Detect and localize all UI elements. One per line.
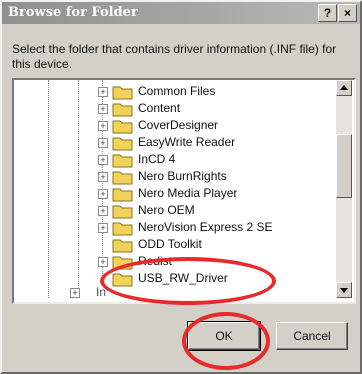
tree-item-label: EasyWrite Reader	[138, 135, 236, 149]
tree-item-label: Common Files	[138, 84, 216, 98]
expand-toggle[interactable]: +	[98, 87, 108, 97]
expand-toggle[interactable]: +	[98, 223, 108, 233]
cancel-button[interactable]: Cancel	[276, 322, 348, 350]
tree-connector-line	[48, 80, 49, 298]
expand-toggle[interactable]: +	[98, 121, 108, 131]
folder-tree[interactable]: + Common Files + Content + CoverDesigner + Easy…	[12, 78, 356, 304]
expand-toggle[interactable]: +	[98, 257, 108, 267]
arrow-down-icon	[340, 288, 348, 293]
arrow-up-icon	[340, 85, 348, 90]
tree-item-label: CoverDesigner	[138, 118, 219, 132]
expand-toggle[interactable]: +	[98, 155, 108, 165]
tree-connector-line	[78, 80, 79, 298]
tree-item-label: Content	[138, 101, 181, 115]
scroll-up-button[interactable]	[336, 80, 352, 96]
help-button[interactable]: ?	[318, 4, 337, 22]
tree-item-label: ODD Toolkit	[138, 237, 202, 251]
expand-toggle[interactable]: +	[98, 189, 108, 199]
window-title: Browse for Folder	[8, 5, 138, 20]
browse-for-folder-dialog: Browse for Folder ? × Select the folder …	[0, 0, 362, 374]
expand-toggle[interactable]: +	[98, 138, 108, 148]
expand-toggle[interactable]: +	[70, 288, 80, 298]
title-bar[interactable]: Browse for Folder ? ×	[2, 2, 360, 24]
close-button[interactable]: ×	[338, 4, 357, 22]
scroll-thumb[interactable]	[336, 134, 352, 198]
tree-item-label: Redist	[138, 254, 173, 268]
tree-item-label: Nero BurnRights	[138, 169, 227, 183]
expand-toggle[interactable]: +	[98, 172, 108, 182]
tree-item-label: NeroVision Express 2 SE	[138, 220, 273, 234]
tree-item-label: In	[96, 285, 107, 299]
tree-item-label: Nero OEM	[138, 203, 195, 217]
tree-item-label: InCD 4	[138, 152, 176, 166]
expand-toggle[interactable]: +	[98, 206, 108, 216]
tree-item-label: Nero Media Player	[138, 186, 238, 200]
vertical-scrollbar[interactable]	[336, 80, 352, 298]
scroll-down-button[interactable]	[336, 282, 352, 298]
expand-toggle[interactable]: +	[98, 104, 108, 114]
tree-item-partial[interactable]: + In	[70, 285, 310, 302]
instruction-text: Select the folder that contains driver i…	[12, 42, 337, 71]
tree-item-label: USB_RW_Driver	[138, 271, 228, 285]
ok-button[interactable]: OK	[187, 321, 261, 351]
